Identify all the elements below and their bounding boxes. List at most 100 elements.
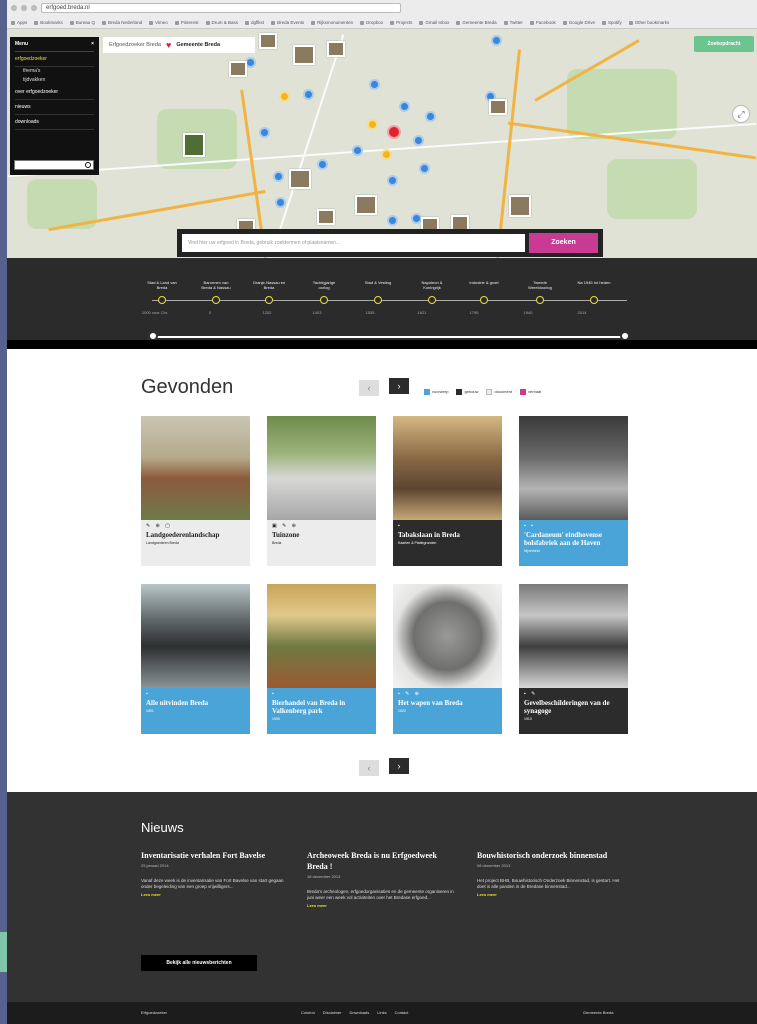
map-marker[interactable] xyxy=(387,215,398,226)
card-title[interactable]: 'Cardaneum' eindhovense bolsfabriek aan … xyxy=(524,531,623,547)
card-image[interactable] xyxy=(519,416,628,520)
map-marker[interactable] xyxy=(387,175,398,186)
bookmark-item[interactable]: Bureau Q xyxy=(70,20,95,25)
map-photo-thumbnail[interactable] xyxy=(317,209,335,225)
bookmark-item[interactable]: Apps xyxy=(11,20,27,25)
card-image[interactable] xyxy=(267,584,376,688)
card-title[interactable]: Landgoederenlandschap xyxy=(146,531,245,539)
menu-item[interactable]: tijdvakken xyxy=(15,76,94,85)
next-page-button[interactable]: › xyxy=(389,378,409,394)
map-marker[interactable] xyxy=(367,119,378,130)
map-photo-thumbnail[interactable] xyxy=(183,133,205,157)
menu-item[interactable]: over erfgoedzoeker xyxy=(15,85,94,100)
bookmark-item[interactable]: Gemeente Breda xyxy=(456,20,496,25)
time-range-slider[interactable] xyxy=(152,336,627,338)
prev-page-button[interactable]: ‹ xyxy=(359,380,379,396)
footer-municipality[interactable]: Gemeente Breda xyxy=(583,1010,613,1015)
map-photo-thumbnail[interactable] xyxy=(355,195,377,215)
map-marker[interactable] xyxy=(317,159,328,170)
result-card[interactable]: ▪ Bierhandel van Breda in Valkenberg park… xyxy=(267,584,376,734)
map-photo-thumbnail[interactable] xyxy=(509,195,531,217)
legend-item[interactable]: gebouw xyxy=(456,389,478,395)
footer-link[interactable]: Links xyxy=(377,1010,386,1015)
bookmark-item[interactable]: Gmail Inbox xyxy=(419,20,449,25)
card-image[interactable] xyxy=(141,416,250,520)
search-button[interactable]: Zoeken xyxy=(529,233,598,253)
menu-item[interactable]: erfgoedzoeker xyxy=(15,52,94,67)
bookmark-item[interactable]: Bookmarks xyxy=(34,20,63,25)
read-more-link[interactable]: Lees meer xyxy=(307,903,457,908)
bookmark-item[interactable]: Vimeo xyxy=(149,20,168,25)
bookmark-item[interactable]: Facebook xyxy=(530,20,556,25)
close-icon[interactable]: × xyxy=(91,41,94,47)
result-card[interactable]: ▪ ▪ 'Cardaneum' eindhovense bolsfabriek a… xyxy=(519,416,628,566)
bookmark-item[interactable]: Projects xyxy=(390,20,412,25)
timeline-period-dot[interactable] xyxy=(428,296,436,304)
map-photo-thumbnail[interactable] xyxy=(327,41,345,57)
legend-item[interactable]: document xyxy=(486,389,512,395)
map-marker[interactable] xyxy=(369,79,380,90)
timeline-period-dot[interactable] xyxy=(265,296,273,304)
fullscreen-icon[interactable]: ⤢ xyxy=(732,105,750,123)
bookmark-item[interactable]: Google Drive xyxy=(563,20,595,25)
legend-item[interactable]: voorwerp xyxy=(424,389,448,395)
result-card[interactable]: ▪ ✎ ⊕ Het wapen van Breda 1520 xyxy=(393,584,502,734)
footer-site-name[interactable]: Erfgoedzoeker xyxy=(141,1010,167,1015)
timeline-period-dot[interactable] xyxy=(212,296,220,304)
card-title[interactable]: Tuinzone xyxy=(272,531,371,539)
read-more-link[interactable]: Lees meer xyxy=(477,892,627,897)
menu-item[interactable]: downloads xyxy=(15,115,94,130)
timeline-period-label[interactable]: Industrie & groei xyxy=(467,280,501,285)
timeline-period-label[interactable]: Oranje-Nassau en Breda xyxy=(252,280,286,290)
timeline-period-label[interactable]: Napoleon & Koningrijk xyxy=(415,280,449,290)
map-photo-thumbnail[interactable] xyxy=(289,169,311,189)
card-image[interactable] xyxy=(393,584,502,688)
map-marker[interactable] xyxy=(352,145,363,156)
map-marker[interactable] xyxy=(273,171,284,182)
url-bar[interactable]: erfgoed.breda.nl xyxy=(41,3,401,13)
footer-link[interactable]: Contact xyxy=(395,1010,409,1015)
card-title[interactable]: Tabakslaan in Breda xyxy=(398,531,497,539)
all-news-button[interactable]: Bekijk alle nieuwsberichten xyxy=(141,955,257,971)
map-marker[interactable] xyxy=(303,89,314,100)
bookmark-item[interactable]: Spotify xyxy=(602,20,622,25)
map-marker[interactable] xyxy=(413,135,424,146)
timeline-period-label[interactable]: Na 1945 tot heden xyxy=(577,280,611,285)
search-input[interactable]: Vind hier uw erfgoed in Breda, gebruik z… xyxy=(182,234,525,252)
card-image[interactable] xyxy=(519,584,628,688)
timeline-period-label[interactable]: Stad & Land van Breda xyxy=(145,280,179,290)
municipality-name[interactable]: Gemeente Breda xyxy=(176,42,220,48)
footer-link[interactable]: Colofon xyxy=(301,1010,315,1015)
bookmark-item[interactable]: Pinterest xyxy=(175,20,199,25)
result-card[interactable]: ▪ Tabakslaan in Breda Kaarten & Plattegron… xyxy=(393,416,502,566)
map-photo-thumbnail[interactable] xyxy=(489,99,507,115)
bookmark-item[interactable]: Rijksmonumenten xyxy=(311,20,353,25)
menu-item[interactable]: thema's xyxy=(15,67,94,76)
next-page-button-bottom[interactable]: › xyxy=(389,758,409,774)
footer-link[interactable]: Downloads xyxy=(349,1010,369,1015)
read-more-link[interactable]: Lees meer xyxy=(141,892,291,897)
news-item-title[interactable]: Bouwhistorisch onderzoek binnenstad xyxy=(477,850,627,861)
timeline-period-label[interactable]: Baronnen van Breda & Nassau xyxy=(199,280,233,290)
result-card[interactable]: ▪ ✎ Gevelbeschilderingen van de synagoge 1… xyxy=(519,584,628,734)
bookmark-item[interactable]: Dropbox xyxy=(360,20,383,25)
timeline-period-dot[interactable] xyxy=(374,296,382,304)
bookmark-item[interactable]: dgflkst xyxy=(245,20,264,25)
timeline-period-label[interactable]: Tachtigjarige oorlog xyxy=(307,280,341,290)
map-marker[interactable] xyxy=(259,127,270,138)
result-card[interactable]: ▪ Alle uitvinden Breda 1891 xyxy=(141,584,250,734)
legend-item[interactable]: verhaal xyxy=(520,389,541,395)
map-view[interactable]: Menu × erfgoedzoeker thema's tijdvakken ove… xyxy=(7,29,757,258)
card-title[interactable]: Alle uitvinden Breda xyxy=(146,699,245,707)
zoekopdracht-button[interactable]: Zoekopdracht xyxy=(694,36,754,52)
card-image[interactable] xyxy=(267,416,376,520)
bookmark-item[interactable]: Twitter xyxy=(504,20,523,25)
footer-link[interactable]: Disclaimer xyxy=(323,1010,342,1015)
map-marker[interactable] xyxy=(491,35,502,46)
timeline-period-dot[interactable] xyxy=(536,296,544,304)
search-icon[interactable] xyxy=(85,162,91,168)
bookmark-item[interactable]: Other bookmarks xyxy=(629,20,670,25)
map-marker[interactable] xyxy=(425,111,436,122)
bookmark-item[interactable]: Drum & Bass xyxy=(206,20,239,25)
result-card[interactable]: ✎ ⊕ ▢ Landgoederenlandschap Landgoederen B… xyxy=(141,416,250,566)
